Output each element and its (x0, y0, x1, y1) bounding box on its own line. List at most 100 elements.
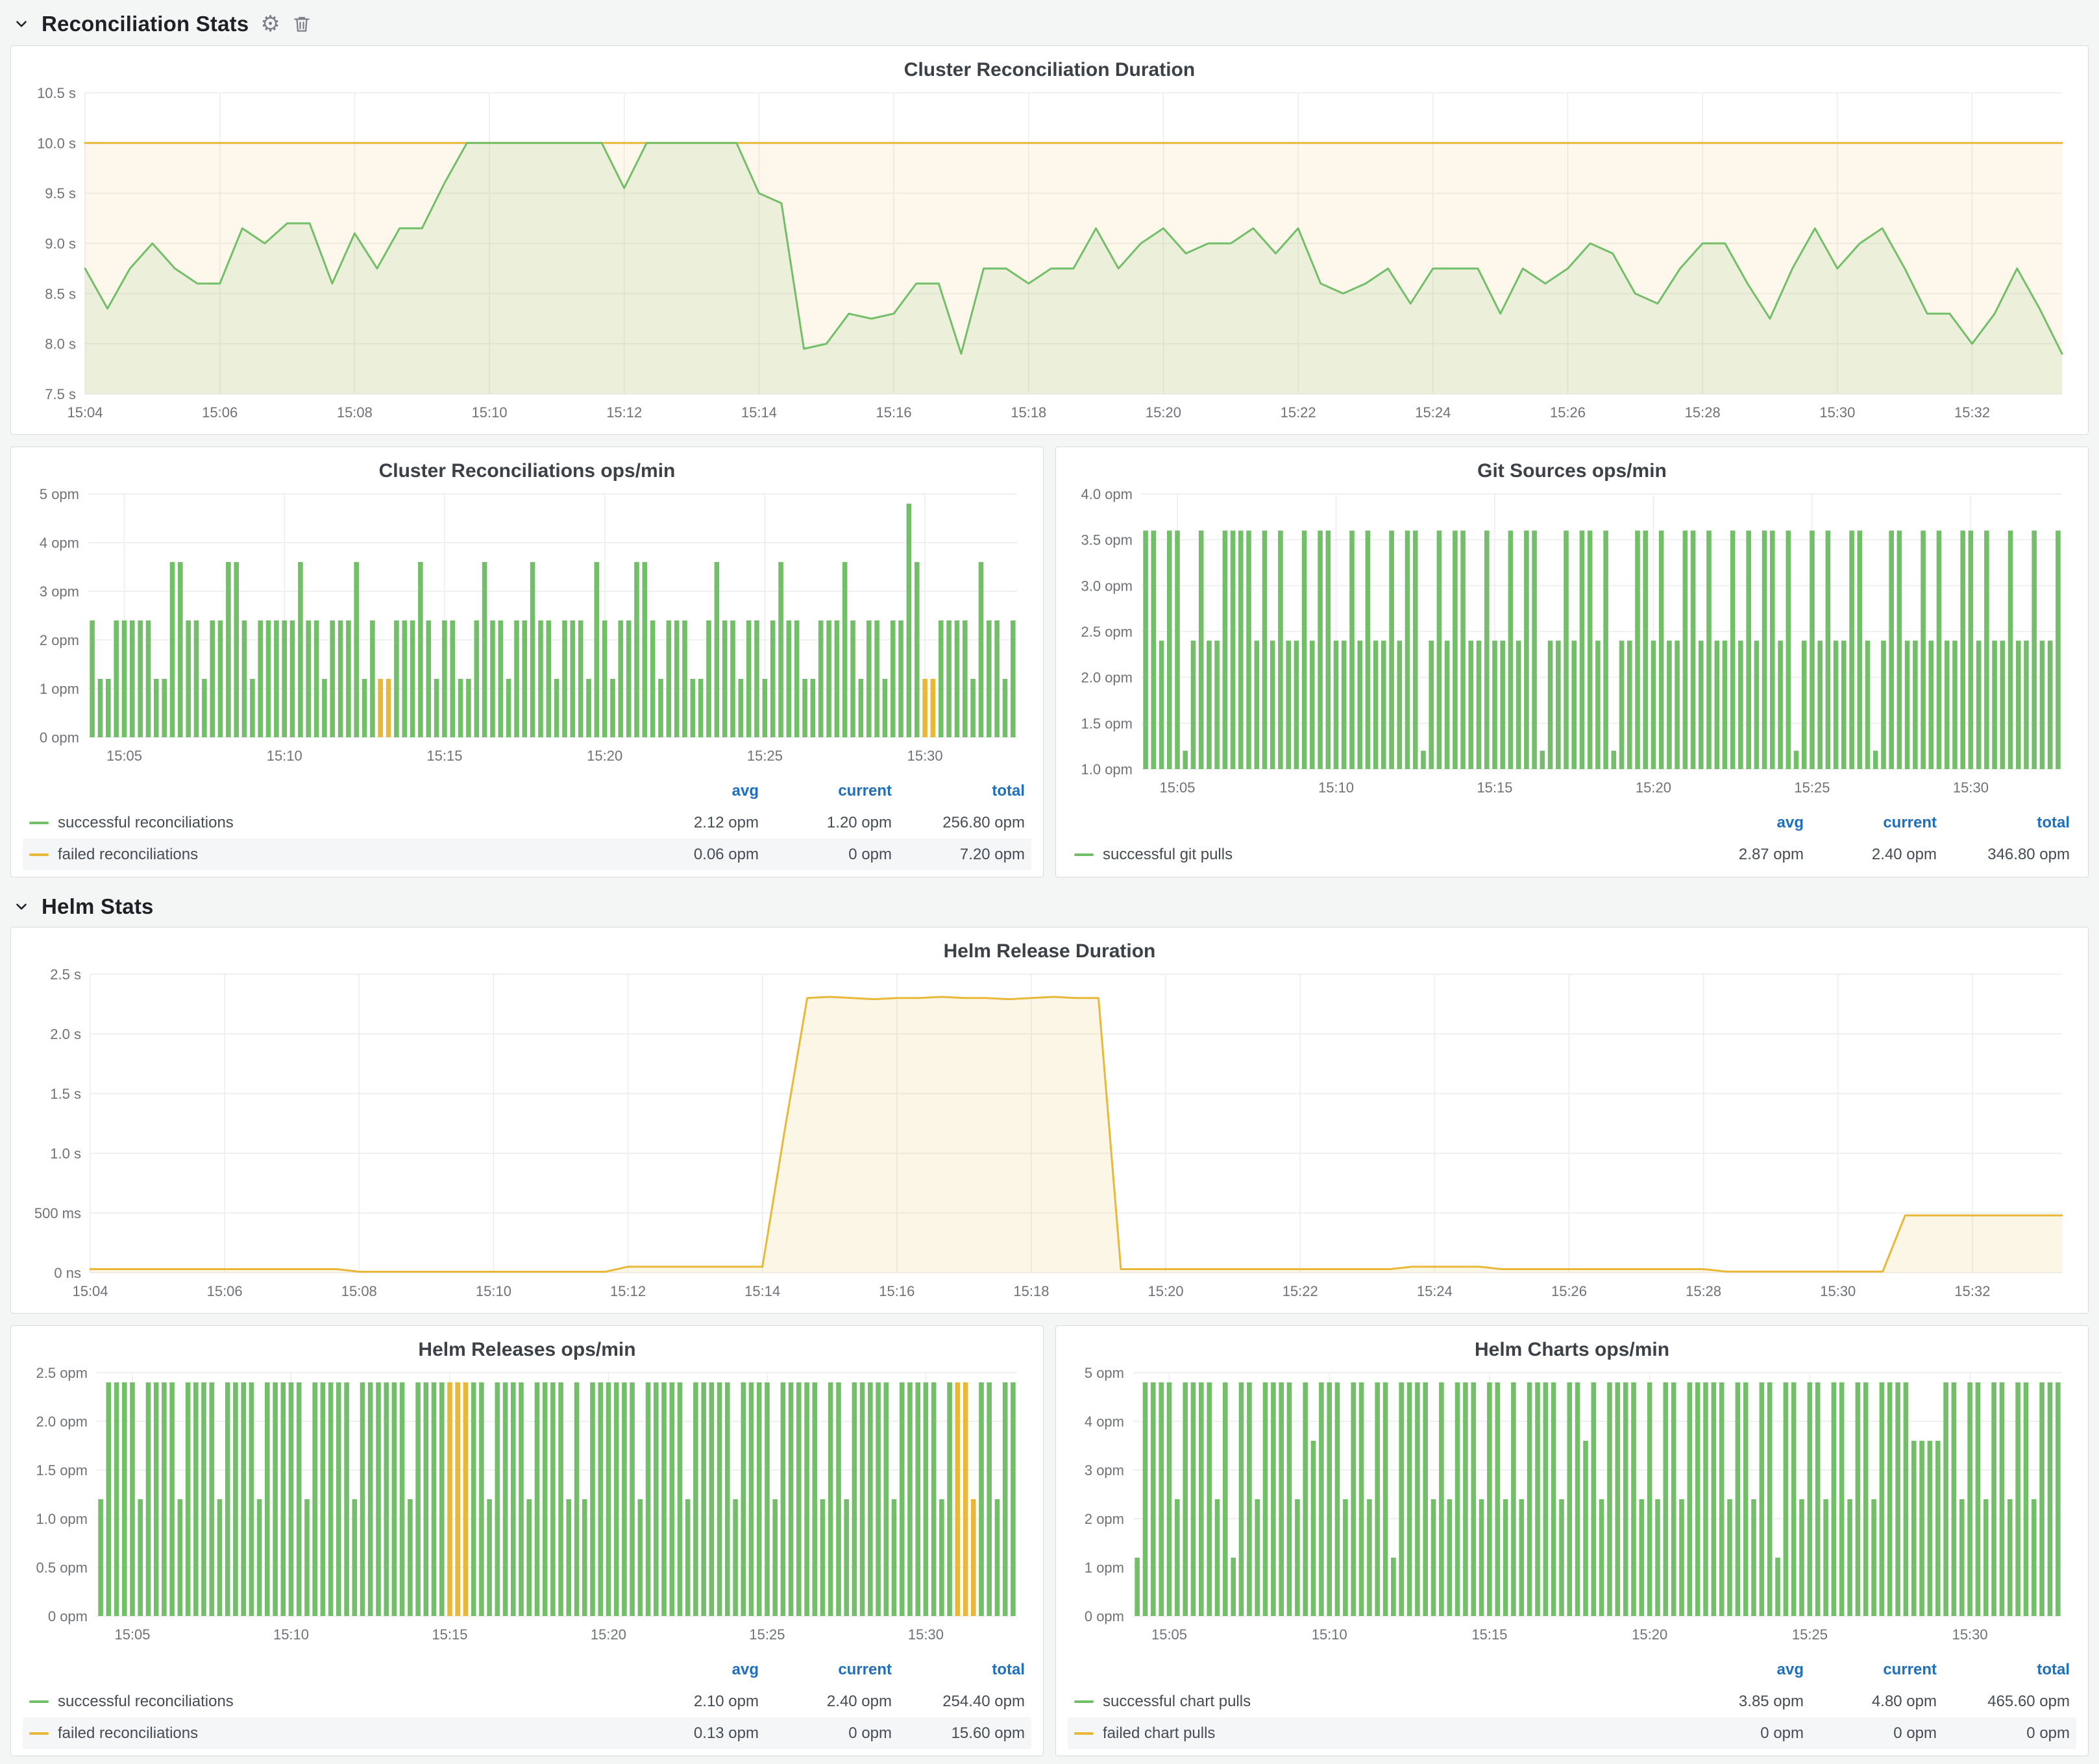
legend-col-total[interactable]: total (1937, 814, 2070, 832)
svg-text:15:20: 15:20 (1148, 1283, 1184, 1299)
legend-col-total[interactable]: total (892, 782, 1025, 800)
legend-value: 15.60 opm (892, 1724, 1025, 1743)
legend-swatch (29, 822, 49, 824)
svg-text:15:05: 15:05 (114, 1626, 150, 1643)
section-title[interactable]: Helm Stats (42, 894, 154, 919)
svg-text:3.0 opm: 3.0 opm (1081, 578, 1133, 594)
svg-text:15:22: 15:22 (1283, 1283, 1318, 1299)
svg-text:15:26: 15:26 (1551, 1283, 1587, 1299)
legend-series-label[interactable]: failed reconciliations (58, 846, 198, 864)
legend-value: 1.20 opm (759, 814, 892, 832)
legend-value: 0 opm (759, 846, 892, 864)
legend-series-label[interactable]: successful reconciliations (58, 814, 234, 832)
panel-title[interactable]: Cluster Reconciliations ops/min (20, 452, 1034, 484)
legend-col-current[interactable]: current (759, 782, 892, 800)
svg-text:15:28: 15:28 (1685, 404, 1721, 421)
legend-col-avg[interactable]: avg (1671, 814, 1804, 832)
legend-col-avg[interactable]: avg (626, 782, 759, 800)
gear-icon[interactable]: ⚙ (260, 13, 280, 35)
panel-title[interactable]: Cluster Reconciliation Duration (20, 51, 2079, 82)
legend-row[interactable]: successful reconciliations 2.12 opm1.20 o… (23, 807, 1031, 839)
helm-releases-opm-chart[interactable]: 0 opm0.5 opm1.0 opm1.5 opm2.0 opm2.5 opm… (20, 1362, 1034, 1652)
legend-value: 0.13 opm (626, 1724, 759, 1743)
legend-col-avg[interactable]: avg (1671, 1661, 1804, 1679)
legend-col-total[interactable]: total (1937, 1661, 2070, 1679)
panel-title[interactable]: Git Sources ops/min (1065, 452, 2079, 484)
trash-icon[interactable] (292, 14, 312, 34)
legend-header: avgcurrenttotal (1068, 1654, 2076, 1685)
svg-text:3 opm: 3 opm (40, 583, 79, 600)
helm-charts-opm-chart[interactable]: 0 opm1 opm2 opm3 opm4 opm5 opm15:0515:10… (1065, 1362, 2079, 1652)
svg-text:5 opm: 5 opm (40, 486, 79, 502)
legend-row[interactable]: successful chart pulls3.85 opm4.80 opm46… (1068, 1685, 2076, 1717)
svg-text:8.0 s: 8.0 s (45, 336, 76, 352)
legend-row[interactable]: failed reconciliations0.06 opm0 opm7.20 … (23, 839, 1031, 870)
svg-text:5 opm: 5 opm (1085, 1365, 1124, 1381)
svg-text:15:24: 15:24 (1417, 1283, 1453, 1299)
cluster-reconciliations-opm-svg: 0 opm1 opm2 opm3 opm4 opm5 opm15:0515:10… (20, 484, 1034, 774)
svg-text:15:15: 15:15 (426, 748, 462, 764)
legend-value: 0 opm (759, 1724, 892, 1743)
svg-text:4 opm: 4 opm (40, 535, 79, 551)
svg-text:4.0 opm: 4.0 opm (1081, 486, 1133, 502)
svg-text:15:05: 15:05 (106, 748, 142, 764)
svg-text:1.5 opm: 1.5 opm (36, 1462, 88, 1478)
legend-series-label[interactable]: failed reconciliations (58, 1724, 198, 1743)
svg-text:1.0 opm: 1.0 opm (36, 1511, 88, 1527)
legend-row[interactable]: successful reconciliations2.10 opm2.40 o… (23, 1685, 1031, 1717)
svg-text:15:04: 15:04 (67, 404, 103, 421)
legend-series-label[interactable]: successful git pulls (1103, 846, 1233, 864)
chevron-down-icon[interactable] (13, 16, 30, 32)
svg-text:15:22: 15:22 (1281, 404, 1316, 421)
panel-title[interactable]: Helm Release Duration (20, 933, 2079, 964)
legend-row[interactable]: failed chart pulls0 opm0 opm0 opm (1068, 1717, 2076, 1749)
svg-text:2.5 s: 2.5 s (50, 966, 81, 983)
cluster-reconciliations-opm-chart[interactable]: 0 opm1 opm2 opm3 opm4 opm5 opm15:0515:10… (20, 484, 1034, 774)
legend-series-label[interactable]: failed chart pulls (1103, 1724, 1215, 1743)
legend-header: avgcurrenttotal (23, 1654, 1031, 1685)
legend-row[interactable]: failed reconciliations 0.13 opm0 opm15.60… (23, 1717, 1031, 1749)
svg-text:1 opm: 1 opm (40, 681, 79, 697)
panel-title[interactable]: Helm Charts ops/min (1065, 1331, 2079, 1362)
legend-value: 2.87 opm (1671, 846, 1804, 864)
legend-value: 2.12 opm (626, 814, 759, 832)
svg-text:15:16: 15:16 (879, 1283, 914, 1299)
chevron-down-icon[interactable] (13, 898, 30, 915)
legend-value: 465.60 opm (1937, 1693, 2070, 1711)
legend-col-total[interactable]: total (892, 1661, 1025, 1679)
svg-text:1 opm: 1 opm (1085, 1560, 1124, 1576)
legend-col-avg[interactable]: avg (626, 1661, 759, 1679)
svg-text:15:15: 15:15 (1471, 1626, 1507, 1643)
svg-text:15:30: 15:30 (1820, 1283, 1856, 1299)
svg-text:8.5 s: 8.5 s (45, 286, 76, 302)
section-title[interactable]: Reconciliation Stats (42, 12, 249, 36)
svg-text:15:25: 15:25 (747, 748, 783, 764)
svg-text:4 opm: 4 opm (1085, 1414, 1124, 1430)
legend-series-label[interactable]: successful reconciliations (58, 1693, 234, 1711)
svg-text:1.0 s: 1.0 s (50, 1145, 81, 1162)
svg-text:2 opm: 2 opm (40, 632, 79, 648)
helm-release-duration-chart[interactable]: 0 ns500 ms1.0 s1.5 s2.0 s2.5 s15:0415:06… (20, 964, 2079, 1309)
svg-text:15:14: 15:14 (744, 1283, 780, 1299)
legend-value: 7.20 opm (892, 846, 1025, 864)
legend-col-current[interactable]: current (1804, 1661, 1937, 1679)
svg-text:15:04: 15:04 (72, 1283, 108, 1299)
svg-text:15:06: 15:06 (207, 1283, 243, 1299)
legend-row[interactable]: successful git pulls2.87 opm2.40 opm346.… (1068, 839, 2076, 870)
legend-col-current[interactable]: current (1804, 814, 1937, 832)
cluster-reconciliation-duration-chart[interactable]: 7.5 s8.0 s8.5 s9.0 s9.5 s10.0 s10.5 s15:… (20, 82, 2079, 430)
legend-col-current[interactable]: current (759, 1661, 892, 1679)
svg-text:15:08: 15:08 (337, 404, 373, 421)
svg-text:15:08: 15:08 (341, 1283, 377, 1299)
svg-text:2.0 opm: 2.0 opm (1081, 670, 1133, 686)
svg-text:1.5 opm: 1.5 opm (1081, 715, 1133, 731)
svg-text:15:20: 15:20 (591, 1626, 626, 1643)
helm-charts-opm-svg: 0 opm1 opm2 opm3 opm4 opm5 opm15:0515:10… (1065, 1362, 2079, 1652)
git-sources-opm-chart[interactable]: 1.0 opm1.5 opm2.0 opm2.5 opm3.0 opm3.5 o… (1065, 484, 2079, 805)
panel-title[interactable]: Helm Releases ops/min (20, 1331, 1034, 1362)
svg-text:15:10: 15:10 (472, 404, 508, 421)
svg-text:0 opm: 0 opm (48, 1608, 88, 1624)
legend-swatch (1074, 1700, 1094, 1703)
legend-series-label[interactable]: successful chart pulls (1103, 1693, 1251, 1711)
svg-text:15:10: 15:10 (476, 1283, 511, 1299)
